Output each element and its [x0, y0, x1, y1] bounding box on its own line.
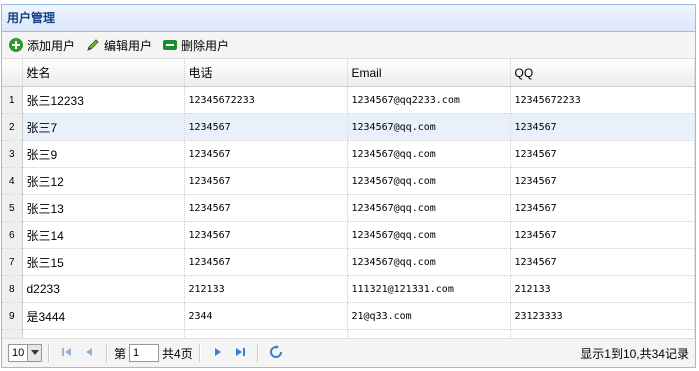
name-cell[interactable]: 张三9 [22, 140, 185, 168]
row-number: 4 [2, 167, 23, 195]
name-cell[interactable]: 张三13 [22, 194, 185, 222]
phone-cell[interactable]: 1234567 [184, 248, 348, 276]
email-cell[interactable]: 1234567@qq.com [347, 140, 511, 168]
email-cell[interactable]: 1234567@qq.com [347, 221, 511, 249]
last-page-button[interactable] [229, 342, 251, 364]
first-page-button[interactable] [56, 342, 78, 364]
pagination-info: 显示1到10,共34记录 [580, 346, 689, 361]
page-size-select[interactable]: 10 [8, 344, 42, 362]
qq-cell[interactable]: 1234567 [510, 113, 695, 141]
user-management-panel: 用户管理 添加用户 编辑用户 删除用户 姓名 电话 Email QQ 1 张三1… [1, 4, 696, 368]
row-number: 2 [2, 113, 23, 141]
next-page-icon [212, 346, 224, 361]
name-cell[interactable]: 张三15 [22, 248, 185, 276]
chevron-down-icon[interactable] [27, 345, 41, 361]
qq-cell[interactable]: 1234567 [510, 248, 695, 276]
table-row[interactable]: 7 张三15 1234567 1234567@qq.com 1234567 [2, 248, 695, 276]
panel-title: 用户管理 [2, 5, 695, 32]
qq-cell[interactable]: 1234567 [510, 194, 695, 222]
page-size-value: 10 [12, 347, 25, 359]
table-row[interactable]: 3 张三9 1234567 1234567@qq.com 1234567 [2, 140, 695, 168]
user-grid: 姓名 电话 Email QQ 1 张三12233 12345672233 123456… [2, 59, 695, 357]
pagination-bar: 10 第 1 共4页 显示1到10,共34记录 [2, 338, 695, 367]
name-cell[interactable]: d2233 [22, 275, 185, 303]
table-row[interactable]: 4 张三12 1234567 1234567@qq.com 1234567 [2, 167, 695, 195]
edit-user-button[interactable]: 编辑用户 [83, 34, 160, 56]
name-cell[interactable]: 张三12233 [22, 86, 185, 114]
name-cell[interactable]: 张三14 [22, 221, 185, 249]
qq-cell[interactable]: 1234567 [510, 140, 695, 168]
refresh-button[interactable] [265, 342, 287, 364]
column-header-phone[interactable]: 电话 [184, 59, 348, 87]
add-icon [8, 37, 24, 53]
refresh-icon [269, 344, 283, 362]
email-cell[interactable]: 1234567@qq.com [347, 194, 511, 222]
add-user-label: 添加用户 [27, 38, 76, 53]
name-cell[interactable]: 是3444 [22, 302, 185, 330]
table-row[interactable]: 5 张三13 1234567 1234567@qq.com 1234567 [2, 194, 695, 222]
table-row[interactable]: 9 是3444 2344 21@q33.com 23123333 [2, 302, 695, 330]
phone-cell[interactable]: 1234567 [184, 221, 348, 249]
phone-cell[interactable]: 1234567 [184, 194, 348, 222]
header-row: 姓名 电话 Email QQ [2, 59, 695, 87]
minus-icon [162, 37, 178, 53]
prev-page-icon [83, 346, 95, 361]
next-page-button[interactable] [207, 342, 229, 364]
email-cell[interactable]: 111321@121331.com [347, 275, 511, 303]
phone-cell[interactable]: 1234567 [184, 113, 348, 141]
row-number: 7 [2, 248, 23, 276]
delete-user-label: 删除用户 [181, 38, 230, 53]
page-prefix: 第 [114, 346, 127, 361]
add-user-button[interactable]: 添加用户 [6, 34, 83, 56]
email-cell[interactable]: 21@q33.com [347, 302, 511, 330]
email-cell[interactable]: 1234567@qq.com [347, 248, 511, 276]
email-cell[interactable]: 1234567@qq2233.com [347, 86, 511, 114]
prev-page-button[interactable] [78, 342, 100, 364]
separator [256, 344, 259, 362]
edit-user-label: 编辑用户 [104, 38, 153, 53]
row-number: 3 [2, 140, 23, 168]
phone-cell[interactable]: 12345672233 [184, 86, 348, 114]
qq-cell[interactable]: 212133 [510, 275, 695, 303]
email-cell[interactable]: 1234567@qq.com [347, 113, 511, 141]
page-number-input[interactable]: 1 [129, 344, 160, 362]
separator [106, 344, 108, 362]
row-number: 5 [2, 194, 23, 222]
column-header-name[interactable]: 姓名 [22, 59, 185, 87]
name-cell[interactable]: 张三7 [22, 113, 185, 141]
qq-cell[interactable]: 1234567 [510, 167, 695, 195]
page-total: 共4页 [162, 346, 193, 361]
row-number: 6 [2, 221, 23, 249]
user-table: 姓名 电话 Email QQ 1 张三12233 12345672233 123456… [2, 59, 695, 357]
toolbar: 添加用户 编辑用户 删除用户 [2, 32, 695, 59]
column-header-qq[interactable]: QQ [510, 59, 695, 87]
last-page-icon [234, 346, 246, 361]
delete-user-button[interactable]: 删除用户 [160, 34, 237, 56]
separator [48, 344, 50, 362]
qq-cell[interactable]: 12345672233 [510, 86, 695, 114]
name-cell[interactable]: 张三12 [22, 167, 185, 195]
table-row[interactable]: 2 张三7 1234567 1234567@qq.com 1234567 [2, 113, 695, 141]
phone-cell[interactable]: 2344 [184, 302, 348, 330]
column-header-email[interactable]: Email [347, 59, 511, 87]
phone-cell[interactable]: 1234567 [184, 140, 348, 168]
row-number: 9 [2, 302, 23, 330]
phone-cell[interactable]: 212133 [184, 275, 348, 303]
phone-cell[interactable]: 1234567 [184, 167, 348, 195]
email-cell[interactable]: 1234567@qq.com [347, 167, 511, 195]
table-row[interactable]: 1 张三12233 12345672233 1234567@qq2233.com 123… [2, 86, 695, 114]
row-number: 1 [2, 86, 23, 114]
table-row[interactable]: 6 张三14 1234567 1234567@qq.com 1234567 [2, 221, 695, 249]
row-number: 8 [2, 275, 23, 303]
table-row[interactable]: 8 d2233 212133 111321@121331.com 212133 [2, 275, 695, 303]
qq-cell[interactable]: 23123333 [510, 302, 695, 330]
first-page-icon [61, 346, 73, 361]
separator [198, 344, 201, 362]
row-number-header [2, 59, 23, 87]
pencil-icon [85, 37, 101, 53]
qq-cell[interactable]: 1234567 [510, 221, 695, 249]
